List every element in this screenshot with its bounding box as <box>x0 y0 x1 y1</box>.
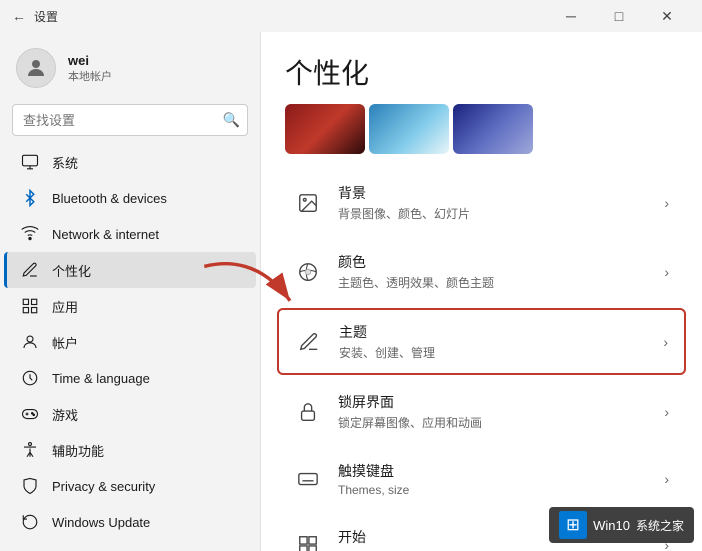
right-panel: 个性化 背景 背景图像、颜色、幻灯片 › <box>260 32 702 551</box>
sidebar-item-apps[interactable]: 应用 <box>4 288 256 324</box>
gaming-icon <box>20 404 40 424</box>
user-info: wei 本地帐户 <box>68 53 112 84</box>
sidebar-item-label: Time & language <box>52 371 150 386</box>
theme-thumb-3[interactable] <box>453 104 533 154</box>
sidebar-item-label: 应用 <box>52 297 78 316</box>
themes-icon <box>295 328 323 356</box>
accessibility-icon <box>20 440 40 460</box>
background-text: 背景 背景图像、颜色、幻灯片 <box>338 183 648 222</box>
theme-preview <box>261 104 702 170</box>
themes-chevron: › <box>663 334 668 350</box>
sidebar-item-label: Network & internet <box>52 227 159 242</box>
user-name: wei <box>68 53 112 68</box>
sidebar-item-bluetooth[interactable]: Bluetooth & devices <box>4 180 256 216</box>
sidebar-item-label: Bluetooth & devices <box>52 191 167 206</box>
system-icon <box>20 152 40 172</box>
user-type: 本地帐户 <box>68 68 112 84</box>
nav-list: 系统 Bluetooth & devices Network & interne… <box>0 144 260 540</box>
sidebar-item-accounts[interactable]: 帐户 <box>4 324 256 360</box>
themes-desc: 安装、创建、管理 <box>339 344 647 361</box>
time-icon <box>20 368 40 388</box>
search-box: 🔍 <box>12 104 248 136</box>
window-controls: ─ □ ✕ <box>548 0 690 32</box>
panel-header: 个性化 <box>261 32 702 104</box>
window-title: 设置 <box>34 8 58 25</box>
colors-desc: 主题色、透明效果、颜色主题 <box>338 274 648 291</box>
avatar <box>16 48 56 88</box>
start-icon <box>294 531 322 551</box>
sidebar-item-label: 游戏 <box>52 405 78 424</box>
settings-item-touchkeyboard[interactable]: 触摸键盘 Themes, size › <box>277 448 686 510</box>
settings-list: 背景 背景图像、颜色、幻灯片 › 颜色 主题色、透明效果、颜色主题 › <box>261 170 702 551</box>
sidebar-item-system[interactable]: 系统 <box>4 144 256 180</box>
touchkeyboard-chevron: › <box>664 471 669 487</box>
close-button[interactable]: ✕ <box>644 0 690 32</box>
sidebar-item-gaming[interactable]: 游戏 <box>4 396 256 432</box>
touchkeyboard-icon <box>294 465 322 493</box>
search-input[interactable] <box>12 104 248 136</box>
lockscreen-text: 锁屏界面 锁定屏幕图像、应用和动画 <box>338 392 648 431</box>
sidebar-item-update[interactable]: Windows Update <box>4 504 256 540</box>
maximize-button[interactable]: □ <box>596 0 642 32</box>
colors-title: 颜色 <box>338 252 648 272</box>
touchkeyboard-title: 触摸键盘 <box>338 461 648 481</box>
touchkeyboard-desc: Themes, size <box>338 483 648 497</box>
minimize-button[interactable]: ─ <box>548 0 594 32</box>
colors-text: 颜色 主题色、透明效果、颜色主题 <box>338 252 648 291</box>
user-profile[interactable]: wei 本地帐户 <box>0 32 260 100</box>
settings-item-background[interactable]: 背景 背景图像、颜色、幻灯片 › <box>277 170 686 235</box>
watermark: ⊞ Win10 系统之家 <box>549 507 694 543</box>
sidebar-item-label: 个性化 <box>52 261 91 280</box>
touchkeyboard-text: 触摸键盘 Themes, size <box>338 461 648 497</box>
accounts-icon <box>20 332 40 352</box>
sidebar-item-label: 帐户 <box>52 333 78 352</box>
sidebar-item-accessibility[interactable]: 辅助功能 <box>4 432 256 468</box>
background-chevron: › <box>664 195 669 211</box>
personalization-icon <box>20 260 40 280</box>
themes-title: 主题 <box>339 322 647 342</box>
background-desc: 背景图像、颜色、幻灯片 <box>338 205 648 222</box>
svg-text:⊞: ⊞ <box>566 515 580 534</box>
settings-item-lockscreen[interactable]: 锁屏界面 锁定屏幕图像、应用和动画 › <box>277 379 686 444</box>
sidebar-item-label: 系统 <box>52 153 78 172</box>
lockscreen-desc: 锁定屏幕图像、应用和动画 <box>338 414 648 431</box>
background-title: 背景 <box>338 183 648 203</box>
sidebar-item-label: Windows Update <box>52 515 150 530</box>
settings-item-colors[interactable]: 颜色 主题色、透明效果、颜色主题 › <box>277 239 686 304</box>
apps-icon <box>20 296 40 316</box>
lockscreen-icon <box>294 398 322 426</box>
bluetooth-icon <box>20 188 40 208</box>
sidebar-item-privacy[interactable]: Privacy & security <box>4 468 256 504</box>
background-icon <box>294 189 322 217</box>
theme-thumb-1[interactable] <box>285 104 365 154</box>
back-icon[interactable]: ← <box>12 8 26 24</box>
colors-icon <box>294 258 322 286</box>
site-name: 系统之家 <box>636 517 684 534</box>
theme-thumb-2[interactable] <box>369 104 449 154</box>
page-title: 个性化 <box>285 52 678 92</box>
settings-window: ← 设置 ─ □ ✕ wei 本地帐户 🔍 <box>0 0 702 551</box>
lockscreen-title: 锁屏界面 <box>338 392 648 412</box>
watermark-text: Win10 <box>593 518 630 533</box>
windows-logo: ⊞ <box>559 511 587 539</box>
colors-chevron: › <box>664 264 669 280</box>
network-icon <box>20 224 40 244</box>
themes-text: 主题 安装、创建、管理 <box>339 322 647 361</box>
settings-item-themes[interactable]: 主题 安装、创建、管理 › <box>277 308 686 375</box>
main-content: wei 本地帐户 🔍 系统 <box>0 32 702 551</box>
sidebar-item-network[interactable]: Network & internet <box>4 216 256 252</box>
sidebar-item-time[interactable]: Time & language <box>4 360 256 396</box>
update-icon <box>20 512 40 532</box>
sidebar-item-label: Privacy & security <box>52 479 155 494</box>
sidebar: wei 本地帐户 🔍 系统 <box>0 32 260 551</box>
sidebar-item-personalization[interactable]: 个性化 <box>4 252 256 288</box>
sidebar-item-label: 辅助功能 <box>52 441 104 460</box>
privacy-icon <box>20 476 40 496</box>
lockscreen-chevron: › <box>664 404 669 420</box>
title-bar: ← 设置 ─ □ ✕ <box>0 0 702 32</box>
